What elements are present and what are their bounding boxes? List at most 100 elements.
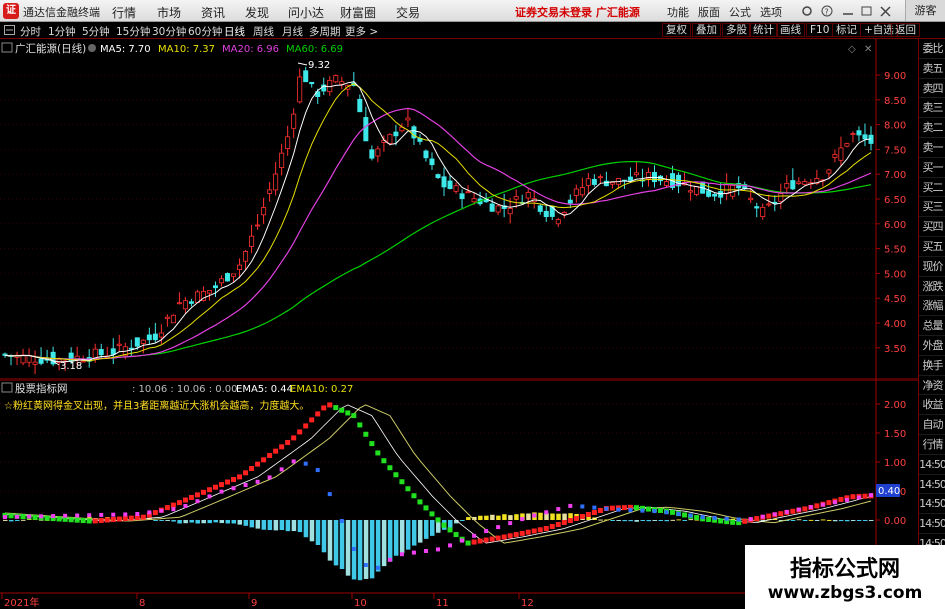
- guest-button[interactable]: 游客: [905, 0, 945, 21]
- candle-body: [844, 143, 850, 147]
- maximize-icon[interactable]: [861, 6, 872, 16]
- candle-body: [832, 154, 838, 158]
- indicator-name[interactable]: 股票指标网: [15, 382, 68, 395]
- side-panel-item[interactable]: 换手: [919, 356, 945, 376]
- candle-body: [134, 337, 140, 347]
- side-panel-item[interactable]: 行情: [919, 435, 945, 455]
- collapse-icon[interactable]: ◇: [848, 44, 856, 55]
- period-weekly[interactable]: 周线: [253, 24, 274, 39]
- price-chart[interactable]: 9.00 8.50 8.00 7.50 7.00 6.50 6.00 5.50 5.00 4.50…: [0, 39, 945, 380]
- period-daily[interactable]: 日线: [224, 24, 245, 39]
- stats-button[interactable]: 统计: [749, 23, 778, 37]
- signal-dot: [375, 450, 381, 456]
- signal-dot: [92, 518, 98, 524]
- period-multi[interactable]: 多周期: [309, 24, 341, 39]
- menu-assistant[interactable]: 问小达: [288, 4, 324, 21]
- histogram-bar: [255, 520, 261, 529]
- chevron-down-icon[interactable]: [88, 44, 96, 52]
- menu-options[interactable]: 选项: [760, 4, 782, 20]
- side-panel-item[interactable]: 买一: [919, 158, 945, 178]
- help-icon[interactable]: ?: [821, 5, 833, 17]
- settings-icon[interactable]: [802, 6, 812, 16]
- period-intraday[interactable]: 分时: [20, 24, 41, 39]
- side-panel-item[interactable]: 总量: [919, 316, 945, 336]
- price-tick-label: 8.50: [884, 96, 906, 107]
- period-15min[interactable]: 15分钟: [116, 24, 150, 39]
- histogram-bar: [478, 515, 483, 520]
- side-panel-item[interactable]: 外盘: [919, 336, 945, 356]
- menu-trade[interactable]: 交易: [396, 4, 420, 21]
- period-monthly[interactable]: 月线: [282, 24, 303, 39]
- histogram-bar: [682, 520, 688, 521]
- candle-body: [591, 178, 597, 185]
- side-panel-item[interactable]: 买五: [919, 237, 945, 257]
- candle-body: [140, 339, 146, 344]
- signal-dot: [399, 479, 405, 485]
- side-panel-item[interactable]: 收益: [919, 395, 945, 416]
- side-panel-item[interactable]: 卖二: [919, 118, 945, 138]
- menu-quotes[interactable]: 行情: [112, 4, 136, 21]
- side-panel-item[interactable]: 卖四: [919, 79, 945, 99]
- magenta-dot: [195, 499, 200, 504]
- side-panel-item[interactable]: 卖三: [919, 98, 945, 119]
- side-panel-item[interactable]: 涨跌: [919, 277, 945, 297]
- signal-dot: [32, 514, 38, 520]
- magenta-dot: [39, 514, 44, 519]
- menu-formula[interactable]: 公式: [729, 4, 751, 20]
- side-panel-item[interactable]: 14:50: [919, 455, 945, 475]
- histogram-bar: [315, 520, 321, 545]
- overlay-button[interactable]: 叠加: [692, 23, 721, 37]
- magenta-dot: [75, 513, 80, 518]
- period-60min[interactable]: 60分钟: [188, 24, 222, 39]
- signal-dot: [20, 514, 26, 520]
- mark-button[interactable]: 标记: [832, 23, 861, 37]
- side-panel-item[interactable]: 14:50: [919, 514, 945, 534]
- trade-login-warning[interactable]: 证券交易未登录 广汇能源: [515, 4, 640, 20]
- candle-body: [561, 211, 567, 215]
- magenta-dot: [303, 461, 308, 466]
- period-30min[interactable]: 30分钟: [152, 24, 186, 39]
- period-more[interactable]: 更多 >: [345, 24, 378, 39]
- multi-stock-button[interactable]: 多股: [722, 23, 751, 37]
- draw-line-button[interactable]: 画线: [776, 23, 805, 37]
- side-panel-item[interactable]: 14:50: [919, 494, 945, 515]
- signal-dot: [694, 515, 700, 521]
- side-panel-item[interactable]: 委比: [919, 39, 945, 59]
- side-panel-item[interactable]: 现价: [919, 257, 945, 277]
- menu-layout[interactable]: 版面: [698, 4, 720, 20]
- histogram-bar: [556, 513, 561, 520]
- menu-wealth-circle[interactable]: 财富圈: [340, 4, 376, 21]
- candle-body: [664, 181, 670, 186]
- signal-dot: [363, 431, 369, 437]
- back-button[interactable]: 返回: [891, 23, 920, 37]
- side-panel-item[interactable]: 14:50: [919, 475, 945, 495]
- close-icon[interactable]: [880, 6, 891, 17]
- candle-body: [297, 76, 303, 103]
- histogram-bar: [664, 520, 670, 522]
- signal-dot: [507, 533, 513, 539]
- menu-functions[interactable]: 功能: [667, 4, 689, 20]
- adjust-button[interactable]: 复权: [662, 23, 691, 37]
- period-5min[interactable]: 5分钟: [82, 24, 110, 39]
- toolbar-menu-icon[interactable]: [4, 25, 16, 36]
- magenta-dot: [748, 517, 753, 522]
- side-panel-item[interactable]: 买二: [919, 178, 945, 198]
- side-panel-item[interactable]: 买三: [919, 197, 945, 218]
- stock-name[interactable]: 广汇能源(日线): [15, 42, 86, 55]
- period-1min[interactable]: 1分钟: [48, 24, 76, 39]
- magenta-dot: [472, 533, 477, 538]
- side-panel-item[interactable]: 卖五: [919, 59, 945, 79]
- side-panel-item[interactable]: 净资: [919, 376, 945, 396]
- menu-market[interactable]: 市场: [157, 4, 181, 21]
- side-panel-item[interactable]: 涨幅: [919, 296, 945, 317]
- close-panel-icon[interactable]: ✕: [864, 44, 872, 55]
- f10-button[interactable]: F10: [806, 23, 834, 37]
- side-panel-item[interactable]: 自动: [919, 415, 945, 435]
- candle-body: [507, 208, 513, 215]
- indicator-readout: : 10.06 : 10.06 : 0.00: [132, 384, 238, 395]
- magenta-dot: [724, 516, 729, 521]
- menu-discover[interactable]: 发现: [245, 4, 269, 21]
- side-panel-item[interactable]: 卖一: [919, 138, 945, 158]
- menu-news[interactable]: 资讯: [201, 4, 225, 21]
- side-panel-item[interactable]: 买四: [919, 217, 945, 237]
